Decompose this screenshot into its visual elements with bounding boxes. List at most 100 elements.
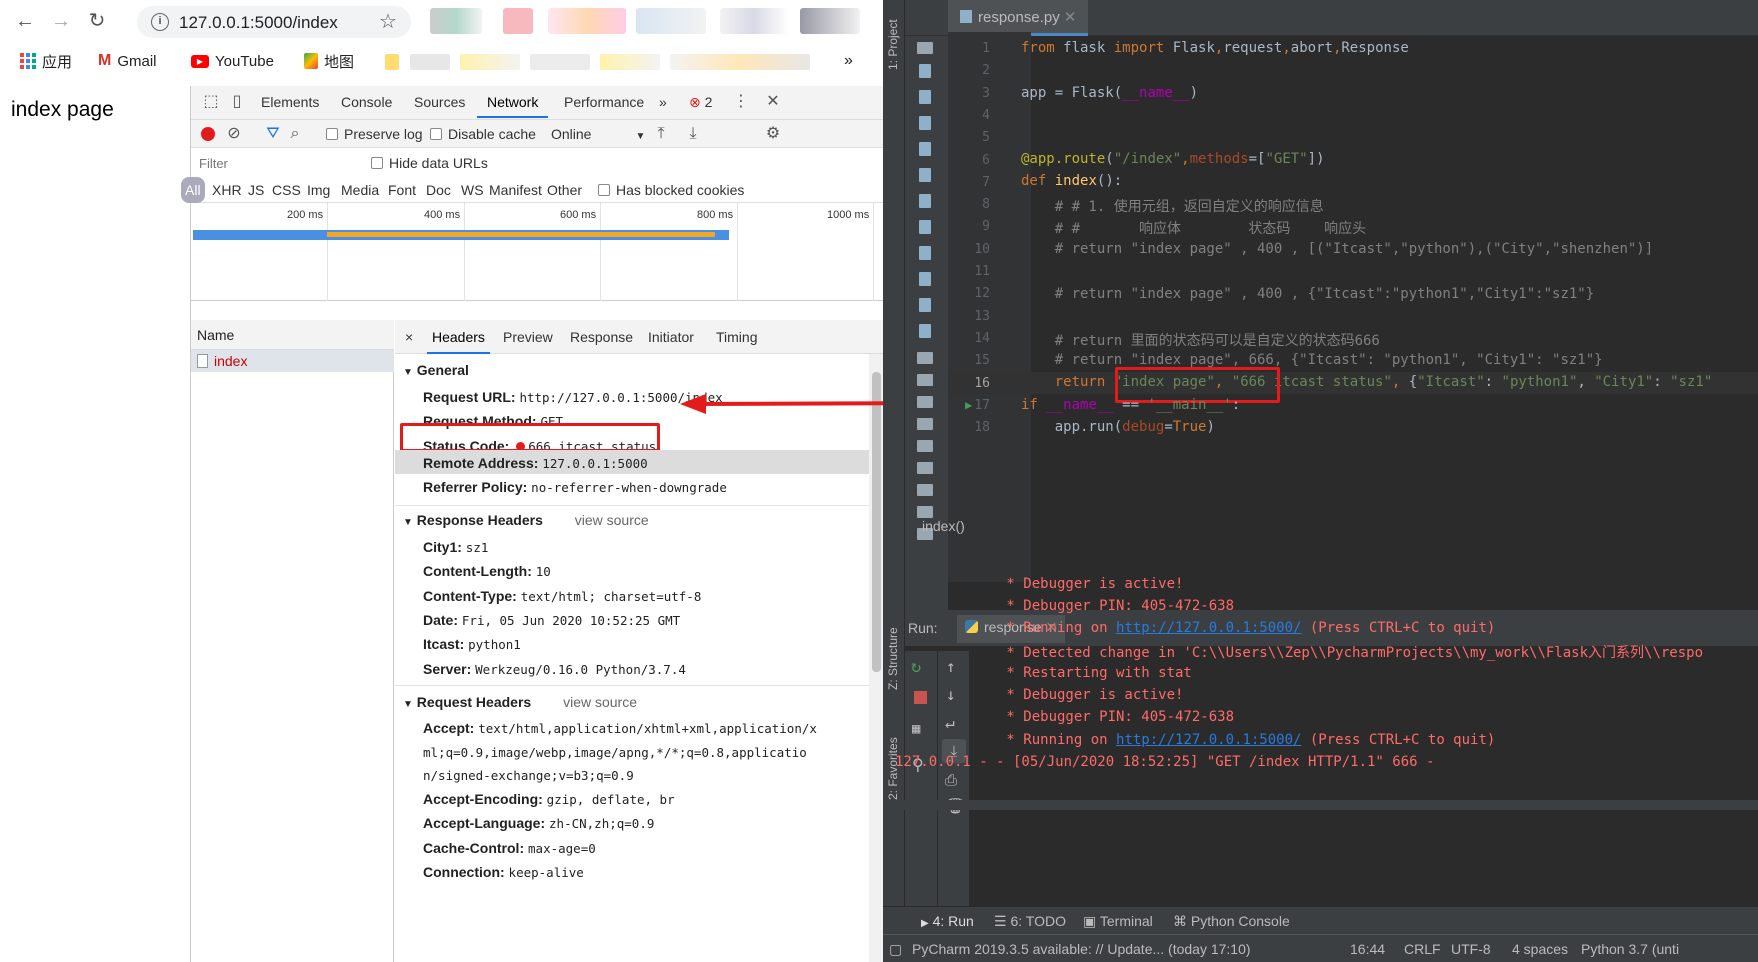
folder-icon[interactable] (917, 352, 933, 364)
record-icon[interactable] (201, 127, 215, 141)
python-file-icon[interactable] (919, 90, 931, 104)
filter-other[interactable]: Other (547, 177, 582, 203)
file-encoding[interactable]: UTF-8 (1451, 941, 1491, 957)
code-line[interactable]: if __name__ == '__main__': (1021, 397, 1240, 413)
horizontal-scrollbar[interactable] (895, 800, 1758, 810)
url-text[interactable]: 127.0.0.1:5000/index (179, 13, 338, 33)
filter-doc[interactable]: Doc (426, 177, 451, 203)
filter-input[interactable] (195, 152, 355, 174)
filter-all[interactable]: All (181, 177, 205, 203)
stop-icon[interactable] (914, 691, 927, 704)
kebab-menu-icon[interactable]: ⋮ (729, 90, 753, 114)
python-file-icon[interactable] (919, 220, 931, 234)
tab-headers[interactable]: Headers (427, 320, 490, 354)
python-file-icon[interactable] (919, 116, 931, 130)
python-file-icon[interactable] (919, 246, 931, 260)
bookmark-youtube[interactable]: ▶ YouTube (191, 50, 274, 72)
code-line[interactable]: # return 里面的状态码可以是自定义的状态码666 (1021, 330, 1380, 350)
python-file-icon[interactable] (919, 142, 931, 156)
search-icon[interactable]: ⌕ (283, 122, 307, 146)
forward-arrow-icon[interactable]: → (48, 8, 74, 34)
tab-timing[interactable]: Timing (716, 320, 758, 354)
code-line[interactable]: app.run(debug=True) (1021, 419, 1215, 435)
bookmark-star-icon[interactable]: ☆ (379, 9, 397, 34)
tab-preview[interactable]: Preview (503, 320, 553, 354)
back-arrow-icon[interactable]: ← (12, 8, 38, 34)
caret-position[interactable]: 16:44 (1350, 941, 1385, 957)
indentation[interactable]: 4 spaces (1512, 941, 1568, 957)
tool-tab-terminal[interactable]: ▣ Terminal (1083, 913, 1153, 930)
filter-manifest[interactable]: Manifest (489, 177, 542, 203)
scrollbar[interactable] (869, 354, 884, 962)
filter-ws[interactable]: WS (461, 177, 484, 203)
folder-icon[interactable] (917, 42, 933, 54)
editor-breadcrumb[interactable]: index() (922, 518, 965, 534)
disable-cache-checkbox[interactable]: Disable cache (430, 121, 536, 147)
close-devtools-icon[interactable]: ✕ (761, 90, 785, 114)
code-line[interactable]: def index(): (1021, 173, 1122, 189)
more-bookmarks[interactable]: » (844, 50, 853, 72)
soft-wrap-icon[interactable]: ↵ (945, 713, 955, 732)
device-toolbar-icon[interactable]: ▯ (225, 90, 249, 114)
bookmark-apps[interactable]: 应用 (20, 50, 72, 72)
status-layout-icon[interactable]: ▢ (889, 941, 902, 958)
tab-sources[interactable]: Sources (414, 86, 465, 118)
bookmark-gmail[interactable]: M Gmail (98, 50, 157, 72)
code-line[interactable]: # # 响应体 状态码 响应头 (1021, 218, 1366, 238)
section-request-headers[interactable]: ▼ Request Headers view source (403, 694, 637, 710)
close-detail-icon[interactable]: × (405, 320, 413, 354)
section-response-headers[interactable]: ▼ Response Headers view source (403, 512, 649, 528)
code-line[interactable]: # # 1. 使用元组，返回自定义的响应信息 (1021, 196, 1324, 216)
network-settings-gear-icon[interactable]: ⚙ (761, 122, 785, 146)
filter-font[interactable]: Font (388, 177, 416, 203)
console-url-link[interactable]: http://127.0.0.1:5000/ (1116, 620, 1301, 636)
tab-network[interactable]: Network (477, 86, 549, 118)
code-line[interactable]: # return "index page" , 400 , [("Itcast"… (1021, 241, 1653, 257)
folder-icon[interactable] (917, 484, 933, 496)
hide-data-urls-checkbox[interactable]: Hide data URLs (371, 150, 488, 176)
view-source-link[interactable]: view source (575, 512, 649, 528)
preserve-log-checkbox[interactable]: Preserve log (326, 121, 423, 147)
tab-initiator[interactable]: Initiator (648, 320, 694, 354)
python-file-icon[interactable] (919, 272, 931, 286)
export-har-icon[interactable]: ⤓ (681, 122, 705, 146)
tool-tab-run[interactable]: ▶ 4: Run (917, 913, 978, 929)
tab-performance[interactable]: Performance (564, 86, 644, 118)
project-tool-window-tab[interactable]: 1: Project (886, 19, 900, 70)
tool-tab-todo[interactable]: ☰ 6: TODO (994, 913, 1066, 930)
folder-icon[interactable] (917, 462, 933, 474)
reload-icon[interactable]: ↻ (84, 8, 110, 34)
scroll-down-icon[interactable]: ↓ (946, 685, 956, 704)
bookmark-maps[interactable]: 地图 (304, 50, 354, 72)
python-file-icon[interactable] (919, 64, 931, 78)
filter-img[interactable]: Img (307, 177, 330, 203)
close-tab-icon[interactable]: ✕ (1064, 9, 1077, 26)
code-line[interactable]: from flask import Flask,request,abort,Re… (1021, 40, 1409, 56)
python-file-icon[interactable] (919, 298, 931, 312)
network-overview-timeline[interactable]: 200 ms 400 ms 600 ms 800 ms 1000 ms (191, 203, 884, 301)
code-line[interactable]: # return "index page", 666, {"Itcast": "… (1021, 352, 1603, 368)
console-url-link[interactable]: http://127.0.0.1:5000/ (1116, 732, 1301, 748)
filter-js[interactable]: JS (248, 177, 264, 203)
folder-icon[interactable] (917, 418, 933, 430)
folder-icon[interactable] (917, 374, 933, 386)
section-general[interactable]: ▼ General (403, 362, 469, 378)
has-blocked-cookies-checkbox[interactable]: Has blocked cookies (598, 177, 744, 203)
request-row-index[interactable]: index (191, 350, 394, 372)
editor-tab-response-py[interactable]: response.py ✕ (948, 0, 1089, 36)
tab-console[interactable]: Console (341, 86, 392, 118)
layout-icon[interactable]: ▦ (912, 721, 920, 737)
python-file-icon[interactable] (919, 194, 931, 208)
filter-icon[interactable]: ⛛ (261, 122, 285, 146)
folder-icon[interactable] (917, 506, 933, 518)
filter-css[interactable]: CSS (272, 177, 301, 203)
clear-icon[interactable]: ⊘ (222, 122, 246, 146)
python-file-icon[interactable] (919, 324, 931, 338)
inspect-element-icon[interactable]: ⬚ (199, 90, 223, 114)
throttling-select[interactable]: Online ▼ (551, 121, 645, 147)
code-line[interactable]: # return "index page" , 400 , {"Itcast":… (1021, 286, 1594, 302)
structure-tool-window-tab[interactable]: Z: Structure (886, 627, 900, 690)
tool-tab-python-console[interactable]: ⌘ Python Console (1173, 913, 1290, 930)
code-line[interactable]: app = Flask(__name__) (1021, 85, 1198, 101)
python-file-icon[interactable] (919, 168, 931, 182)
